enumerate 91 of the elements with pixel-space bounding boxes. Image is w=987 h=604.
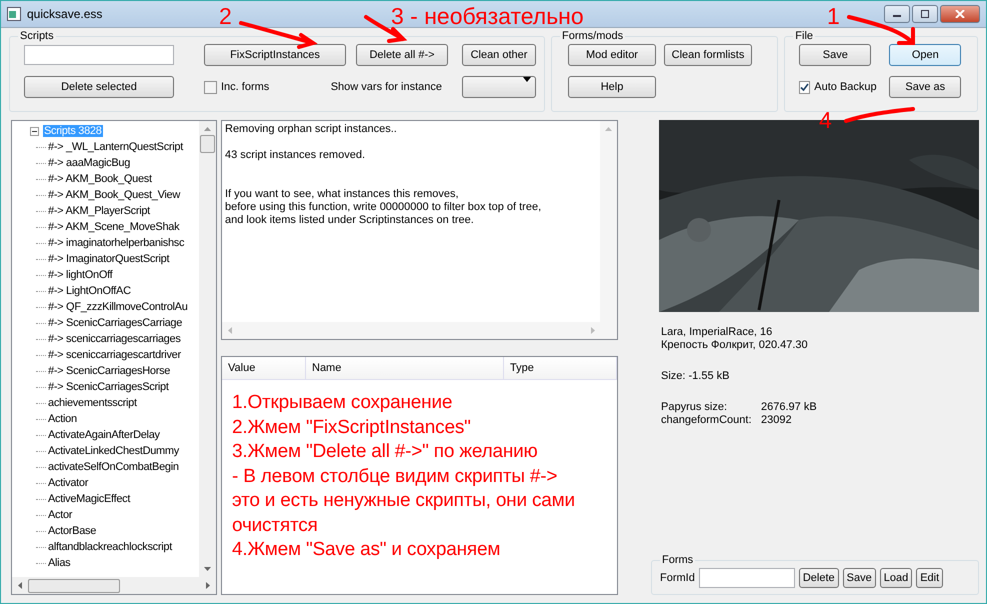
minimize-button[interactable] xyxy=(884,5,910,23)
tree-item[interactable]: #-> _WL_LanternQuestScript xyxy=(47,141,184,153)
form-button[interactable]: Delete xyxy=(798,568,839,588)
group-button[interactable]: Clean formlists xyxy=(664,44,752,66)
window-icon xyxy=(7,7,21,21)
close-button[interactable] xyxy=(940,5,980,23)
tree-item[interactable]: ActiveMagicEffect xyxy=(47,493,132,505)
tree-item[interactable]: #-> aaaMagicBug xyxy=(47,157,132,169)
scroll-right-icon[interactable] xyxy=(206,582,210,589)
field-label: FormId xyxy=(660,572,695,584)
size-text: Size: -1.55 kB xyxy=(661,370,730,383)
character-text: Lara, ImperialRace, 16 xyxy=(661,326,774,339)
tree-item[interactable]: ActivateLinkedChestDummy xyxy=(47,445,180,457)
column-header[interactable]: Name xyxy=(306,357,504,380)
delete-selected-button[interactable]: Delete selected xyxy=(24,76,174,98)
stat-label: Papyrus size: xyxy=(661,401,728,414)
scroll-up-icon[interactable] xyxy=(605,127,612,131)
annotation-text: 1 xyxy=(827,3,840,29)
tree-item[interactable]: ActivateAgainAfterDelay xyxy=(47,429,161,441)
clean-other-button[interactable]: Clean other xyxy=(462,44,536,66)
stat-value: 23092 xyxy=(761,414,793,427)
field-label: Show vars for instance xyxy=(330,81,442,93)
form-button[interactable]: Edit xyxy=(916,568,944,588)
column-header[interactable]: Type xyxy=(504,357,617,380)
tree-item[interactable]: #-> LightOnOffAC xyxy=(47,285,132,297)
tree-item[interactable]: activateSelfOnCombatBegin xyxy=(47,461,180,473)
checkbox[interactable] xyxy=(204,80,217,94)
save-button[interactable]: Save xyxy=(799,44,872,66)
vertical-scrollbar[interactable] xyxy=(199,121,216,577)
stat-value: 2676.97 kB xyxy=(761,401,818,414)
open-button[interactable]: Open xyxy=(889,44,962,66)
horizontal-scrollbar[interactable] xyxy=(12,577,216,594)
checkbox[interactable] xyxy=(799,80,810,94)
scroll-left-icon[interactable] xyxy=(18,582,22,589)
tree-item[interactable]: #-> ImaginatorQuestScript xyxy=(47,253,170,265)
group-title: Forms xyxy=(661,554,694,566)
annotation-text: 2 xyxy=(219,3,232,29)
log-text: If you want to see, what instances this removes, before using this function, write 00000000 to filter box top of tree, and look items listed under Scriptinstances on tree. xyxy=(225,188,542,227)
location-text: Крепость Фолкрит, 020.47.30 xyxy=(661,339,809,352)
form-button[interactable]: Save xyxy=(842,568,876,588)
tree-item[interactable]: #-> AKM_Book_Quest_View xyxy=(47,189,182,201)
tree-item[interactable]: #-> imaginatorhelperbanishsc xyxy=(47,237,186,249)
scroll-up-icon[interactable] xyxy=(204,127,211,131)
scroll-down-icon[interactable] xyxy=(204,567,211,571)
group-title: Forms/mods xyxy=(561,30,624,42)
tree-item[interactable]: Alias xyxy=(47,557,72,569)
fix-button[interactable]: FixScriptInstances xyxy=(204,44,346,66)
tree-item[interactable]: #-> AKM_Scene_MoveShak xyxy=(47,221,180,233)
delete-all-button[interactable]: Delete all #-> xyxy=(356,44,448,66)
dropdown-arrow-icon xyxy=(523,77,531,82)
vertical-scrollbar[interactable] xyxy=(600,121,617,322)
collapse-icon[interactable] xyxy=(30,126,39,136)
tree-item[interactable]: Activator xyxy=(47,477,90,489)
tree-item[interactable]: alftandblackreachlockscript xyxy=(47,541,173,553)
close-icon xyxy=(955,10,965,18)
tree-item[interactable]: achievementsscript xyxy=(47,397,138,409)
annotation-text: 3 - необязательно xyxy=(391,3,584,29)
log-text: 43 script instances removed. xyxy=(225,149,366,162)
column-header[interactable]: Value xyxy=(222,357,306,380)
log-text: Removing orphan script instances.. xyxy=(225,123,398,136)
group-title: Scripts xyxy=(19,30,55,42)
group-title: File xyxy=(794,30,814,42)
instance-dropdown[interactable] xyxy=(462,76,536,98)
scroll-thumb[interactable] xyxy=(28,578,120,592)
instruction-text: 1.Открываем сохранение 2.Жмем "FixScriptInstances" 3.Жмем "Delete all #->" по желанию - В левом столбце видим скрипты #-> это и есть ненужные скрипты, они сами очистятся 4.Жмем "Save as" и сохраняем xyxy=(232,391,575,562)
form-button[interactable]: Load xyxy=(880,568,912,588)
tree-item[interactable]: #-> QF_zzzKillmoveControlAu xyxy=(47,301,189,313)
tree-item[interactable]: #-> AKM_Book_Quest xyxy=(47,173,153,185)
tree-item[interactable]: #-> AKM_PlayerScript xyxy=(47,205,151,217)
hand-drawn-arrow xyxy=(847,15,915,45)
checkbox-label: Auto Backup xyxy=(814,81,877,93)
tree-item[interactable]: #-> ScenicCarriagesScript xyxy=(47,381,170,393)
scroll-thumb[interactable] xyxy=(200,135,215,153)
checkbox-label: Inc. forms xyxy=(221,81,270,93)
tree-item[interactable]: #-> sceniccarriagescartdriver xyxy=(47,349,182,361)
filter-field[interactable] xyxy=(24,45,174,65)
tree-item[interactable]: Actor xyxy=(47,509,74,521)
group-button[interactable]: Help xyxy=(568,76,656,98)
tree-item[interactable]: ActorBase xyxy=(47,525,98,537)
save-as-button[interactable]: Save as xyxy=(889,76,962,98)
tree-item[interactable]: Action xyxy=(47,413,78,425)
formid-field[interactable] xyxy=(698,568,795,588)
maximize-button[interactable] xyxy=(912,5,938,23)
tree-item[interactable]: #-> ScenicCarriagesCarriage xyxy=(47,317,184,329)
maximize-icon xyxy=(920,10,930,18)
tree-item[interactable]: #-> sceniccarriagescarriages xyxy=(47,333,182,345)
group-button[interactable]: Mod editor xyxy=(568,44,656,66)
window-title: quicksave.ess xyxy=(27,7,102,21)
tree-item[interactable]: #-> ScenicCarriagesHorse xyxy=(47,365,172,377)
tree-item[interactable]: #-> lightOnOff xyxy=(47,269,114,281)
stat-label: changeformCount: xyxy=(661,414,752,427)
